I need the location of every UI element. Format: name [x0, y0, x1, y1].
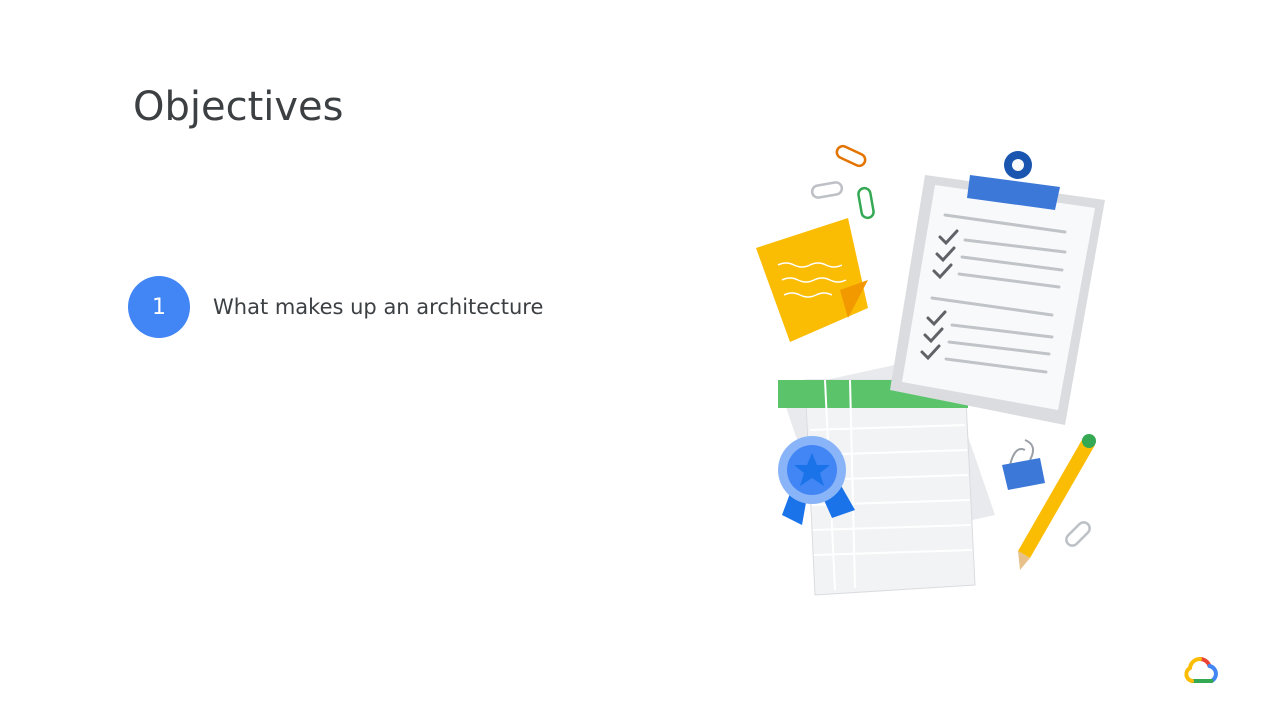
objective-number-badge: 1 [128, 276, 190, 338]
clipboard-checklist-icon [890, 151, 1105, 425]
objective-text: What makes up an architecture [213, 295, 544, 319]
binder-clip-icon [1002, 439, 1045, 490]
slide-title: Objectives [133, 84, 344, 130]
objective-item-1: 1 What makes up an architecture [128, 276, 543, 338]
slide: Objectives 1 What makes up an architectu… [0, 0, 1280, 720]
pencil-icon [1018, 434, 1096, 570]
checklist-illustration [756, 144, 1105, 596]
sticky-note-icon [756, 218, 868, 342]
google-cloud-logo-icon [1184, 656, 1218, 683]
